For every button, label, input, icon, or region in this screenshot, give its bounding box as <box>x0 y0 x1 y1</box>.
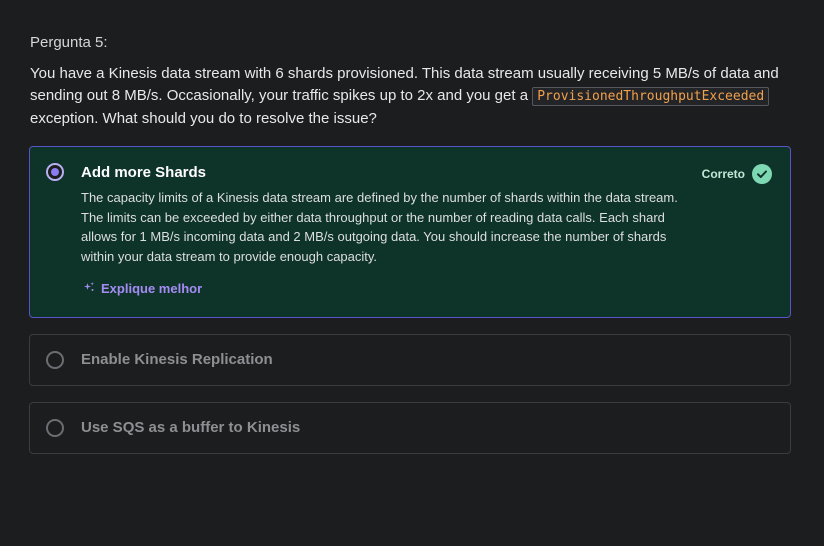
answer-option-1[interactable]: Add more Shards Correto The capacity lim… <box>29 146 791 318</box>
radio-button-selected[interactable] <box>46 163 64 181</box>
sparkle-icon <box>83 281 95 296</box>
option-title: Add more Shards <box>81 164 207 181</box>
option-title: Use SQS as a buffer to Kinesis <box>81 419 301 436</box>
question-text: You have a Kinesis data stream with 6 sh… <box>30 63 790 130</box>
answer-option-2[interactable]: Enable Kinesis Replication <box>29 334 791 386</box>
check-circle-icon <box>752 164 772 184</box>
option-title: Enable Kinesis Replication <box>81 351 273 368</box>
explain-more-label: Explique melhor <box>101 281 203 296</box>
question-label: Pergunta 5: <box>30 34 108 51</box>
correct-status: Correto <box>702 164 772 184</box>
question-text-after: exception. What should you do to resolve… <box>30 110 377 127</box>
option-explanation: The capacity limits of a Kinesis data st… <box>81 190 678 264</box>
code-snippet: ProvisionedThroughputExceeded <box>532 87 770 106</box>
answer-option-3[interactable]: Use SQS as a buffer to Kinesis <box>29 402 791 454</box>
explain-more-link[interactable]: Explique melhor <box>83 281 202 296</box>
status-label: Correto <box>701 167 745 181</box>
radio-button[interactable] <box>46 419 64 437</box>
radio-button[interactable] <box>46 351 64 369</box>
